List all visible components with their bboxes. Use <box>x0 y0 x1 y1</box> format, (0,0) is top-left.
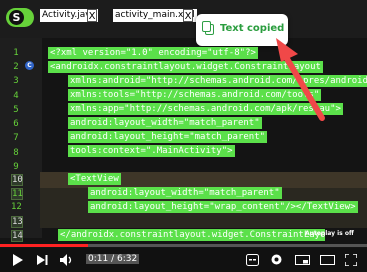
next-icon[interactable] <box>37 255 48 265</box>
line-number: 13 <box>11 216 23 228</box>
line-number: 12 <box>11 202 22 212</box>
line-number: 6 <box>13 119 19 129</box>
code-line[interactable]: tools:context=".MainActivity"> <box>68 145 235 157</box>
line-number: 2 <box>13 62 19 72</box>
code-line[interactable]: android:layout_height="wrap_content"/></… <box>88 201 358 213</box>
code-line[interactable]: <androidx.constraintlayout.widget.Constr… <box>48 61 323 73</box>
fullscreen-icon[interactable] <box>345 254 357 266</box>
line-number: 14 <box>11 230 23 242</box>
volume-icon[interactable] <box>60 254 74 266</box>
video-progress-fill <box>0 244 89 247</box>
theater-mode-icon[interactable] <box>320 255 335 265</box>
code-line[interactable]: <?xml version="1.0" encoding="utf-8"?> <box>48 47 258 59</box>
line-number: 10 <box>11 174 23 186</box>
logo-letter: S <box>9 10 24 25</box>
play-icon[interactable] <box>12 254 24 266</box>
autoplay-label: Autoplay is off <box>305 230 354 237</box>
line-number: 11 <box>11 188 23 200</box>
video-controls-bar <box>0 248 367 272</box>
subtitles-icon[interactable] <box>246 254 259 266</box>
code-line[interactable]: xmlns:android="http://schemas.android.co… <box>68 75 367 87</box>
code-line[interactable]: xmlns:app="http://schemas.android.com/ap… <box>68 103 343 115</box>
settings-gear-icon[interactable] <box>270 253 283 266</box>
line-number: 5 <box>13 105 19 115</box>
code-line[interactable]: <TextView <box>68 173 121 185</box>
line-number: 1 <box>13 48 19 58</box>
app-logo[interactable]: S <box>6 8 34 27</box>
toast-text: Text copied <box>220 23 285 34</box>
line-number: 9 <box>13 162 19 172</box>
tab-activity-java-close-button[interactable]: X <box>87 9 97 22</box>
code-line[interactable]: android:layout_width="match_parent" <box>68 117 262 129</box>
code-line[interactable]: android:layout_width="match_parent" <box>88 187 282 199</box>
class-marker-icon: C <box>25 61 34 70</box>
video-time: 0:11 / 6:32 <box>86 254 140 264</box>
code-line[interactable]: android:layout_height="match_parent" <box>68 131 268 143</box>
copied-toast: Text copied <box>196 14 288 46</box>
tab-activity-main-xml-close-button[interactable]: X <box>183 9 193 22</box>
clipboard-icon <box>202 21 214 35</box>
line-number: 7 <box>13 133 19 143</box>
code-line[interactable]: </androidx.constraintlayout.widget.Const… <box>58 229 325 241</box>
miniplayer-icon[interactable] <box>295 255 310 265</box>
line-number: 4 <box>13 91 19 101</box>
code-line[interactable]: xmlns:tools="http://schemas.android.com/… <box>68 89 322 101</box>
line-number: 3 <box>13 76 19 86</box>
line-number: 8 <box>13 148 19 158</box>
